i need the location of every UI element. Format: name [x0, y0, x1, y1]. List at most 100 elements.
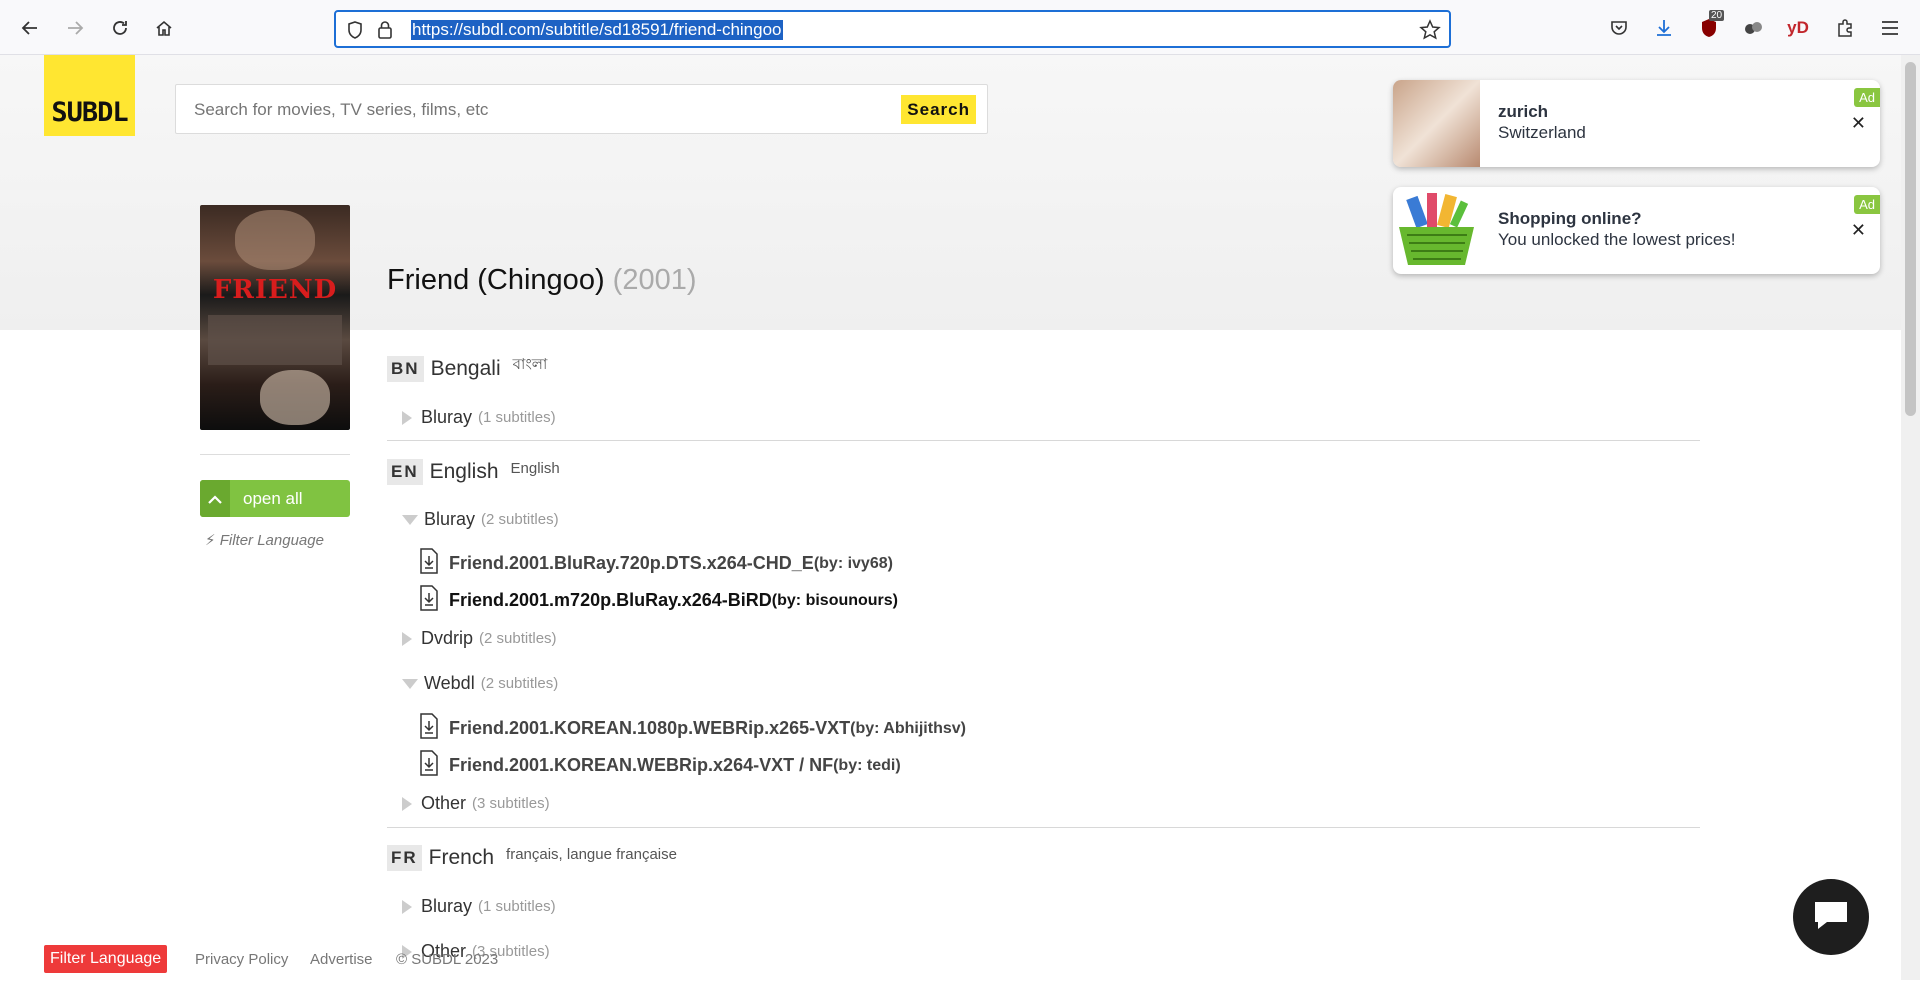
expand-triangle-icon: [402, 631, 412, 646]
ad-text: You unlocked the lowest prices!: [1498, 230, 1736, 249]
home-icon[interactable]: [150, 14, 178, 42]
ad-text: Switzerland: [1498, 123, 1586, 142]
shield-icon[interactable]: [346, 20, 364, 45]
ad-banner[interactable]: Shopping online? You unlocked the lowest…: [1393, 187, 1880, 274]
language-name: French: [428, 846, 495, 869]
pocket-icon[interactable]: [1607, 16, 1631, 40]
ad-badge: Ad: [1854, 88, 1880, 107]
group-name: Webdl: [424, 673, 475, 693]
download-icon[interactable]: [1652, 16, 1676, 40]
search-box: Search: [175, 84, 988, 134]
subtitle-link[interactable]: Friend.2001.KOREAN.WEBRip.x264-VXT / NF …: [419, 750, 901, 781]
url-text[interactable]: https://subdl.com/subtitle/sd18591/frien…: [411, 20, 783, 40]
language-header-en: EN English English: [387, 459, 560, 485]
file-download-icon: [419, 548, 439, 579]
ad-banner[interactable]: zurich Switzerland Ad ✕: [1393, 80, 1880, 167]
bolt-icon: ⚡: [205, 532, 216, 549]
group-name: Dvdrip: [421, 628, 474, 648]
language-header-fr: FR French français, langue française: [387, 845, 677, 871]
shopping-basket-icon: [1393, 187, 1480, 274]
subtitle-filename: Friend.2001.KOREAN.1080p.WEBRip.x265-VXT: [449, 718, 851, 738]
scrollbar-thumb[interactable]: [1905, 62, 1916, 416]
ad-title: Shopping online?: [1498, 209, 1642, 228]
movie-year: (2001): [612, 264, 697, 296]
group-fr-bluray[interactable]: Bluray (1 subtitles): [402, 896, 556, 917]
language-header-bn: BN Bengali বাংলা: [387, 356, 547, 382]
ad-badge: Ad: [1854, 195, 1880, 214]
open-all-label: open all: [243, 488, 303, 508]
open-all-button[interactable]: open all: [200, 480, 350, 517]
yd-extension-icon[interactable]: yD: [1786, 16, 1810, 40]
advertise-link[interactable]: Advertise: [310, 951, 373, 968]
extensions-puzzle-icon[interactable]: [1833, 16, 1857, 40]
filter-language-button[interactable]: Filter Language: [44, 945, 168, 973]
privacy-policy-link[interactable]: Privacy Policy: [195, 951, 288, 968]
group-en-webdl[interactable]: Webdl (2 subtitles): [402, 673, 558, 694]
group-name: Bluray: [424, 509, 476, 529]
group-count: (2 subtitles): [479, 630, 557, 647]
subtitle-author: (by: ivy68): [813, 554, 893, 572]
filter-language-link[interactable]: ⚡ Filter Language: [205, 531, 324, 549]
group-name: Bluray: [421, 896, 473, 916]
collapse-triangle-icon: [402, 514, 418, 525]
forward-icon[interactable]: [61, 14, 89, 42]
subtitle-author: (by: Abhijithsv): [850, 719, 966, 737]
search-button[interactable]: Search: [901, 95, 976, 124]
language-code: EN: [387, 459, 423, 485]
movie-title: Friend (Chingoo): [387, 264, 605, 296]
subtitle-filename: Friend.2001.m720p.BluRay.x264-BiRD: [449, 590, 772, 610]
close-icon[interactable]: ✕: [1851, 220, 1866, 241]
subtitle-link[interactable]: Friend.2001.KOREAN.1080p.WEBRip.x265-VXT…: [419, 713, 966, 744]
language-name: Bengali: [430, 357, 501, 380]
copyright-text: © SUBDL 2023: [396, 951, 499, 968]
filter-language-label: Filter Language: [219, 532, 324, 549]
divider: [200, 454, 350, 455]
chat-bubble-icon: [1811, 898, 1851, 937]
subtitle-filename: Friend.2001.KOREAN.WEBRip.x264-VXT / NF: [449, 755, 834, 775]
language-name: English: [429, 460, 499, 483]
file-download-icon: [419, 713, 439, 744]
ublock-icon[interactable]: 20: [1697, 10, 1725, 40]
footer: Filter Language Privacy Policy Advertise…: [0, 945, 1920, 981]
extension-badge: 20: [1709, 10, 1725, 21]
site-logo[interactable]: SUBDL: [44, 55, 135, 136]
group-bn-bluray[interactable]: Bluray (1 subtitles): [402, 407, 556, 428]
bookmark-star-icon[interactable]: [1419, 19, 1441, 46]
subtitle-link[interactable]: Friend.2001.BluRay.720p.DTS.x264-CHD_E (…: [419, 548, 893, 579]
collapse-triangle-icon: [402, 678, 418, 689]
group-count: (2 subtitles): [481, 511, 559, 528]
ad-title: zurich: [1498, 102, 1549, 121]
browser-toolbar: https://subdl.com/subtitle/sd18591/frien…: [0, 0, 1920, 55]
group-en-dvdrip[interactable]: Dvdrip (2 subtitles): [402, 628, 557, 649]
menu-icon[interactable]: [1878, 16, 1902, 40]
language-native: বাংলা: [512, 355, 548, 373]
lock-icon[interactable]: [376, 19, 394, 46]
extension-icon[interactable]: [1741, 16, 1765, 40]
search-input[interactable]: [194, 97, 874, 123]
page-title: Friend (Chingoo) (2001): [387, 264, 697, 297]
close-icon[interactable]: ✕: [1851, 113, 1866, 134]
scrollbar[interactable]: [1901, 55, 1920, 980]
group-count: (3 subtitles): [472, 795, 550, 812]
chevron-up-icon: [200, 480, 230, 517]
back-icon[interactable]: [16, 14, 44, 42]
page: SUBDL Search discover popular FRIEND ope…: [0, 55, 1920, 980]
group-en-bluray[interactable]: Bluray (2 subtitles): [402, 509, 559, 530]
divider: [387, 440, 1700, 441]
chat-button[interactable]: [1793, 879, 1869, 955]
group-count: (1 subtitles): [478, 898, 556, 915]
language-code: FR: [387, 845, 422, 871]
group-name: Bluray: [421, 407, 473, 427]
subtitle-author: (by: bisounours): [771, 591, 899, 609]
file-download-icon: [419, 585, 439, 616]
expand-triangle-icon: [402, 410, 412, 425]
language-code: BN: [387, 356, 424, 382]
group-en-other[interactable]: Other (3 subtitles): [402, 793, 550, 814]
movie-poster: FRIEND: [200, 205, 350, 430]
poster-title: FRIEND: [212, 275, 338, 305]
subtitle-link[interactable]: Friend.2001.m720p.BluRay.x264-BiRD (by: …: [419, 585, 898, 616]
expand-triangle-icon: [402, 796, 412, 811]
address-bar[interactable]: https://subdl.com/subtitle/sd18591/frien…: [334, 10, 1451, 48]
group-name: Other: [421, 793, 467, 813]
reload-icon[interactable]: [106, 14, 134, 42]
